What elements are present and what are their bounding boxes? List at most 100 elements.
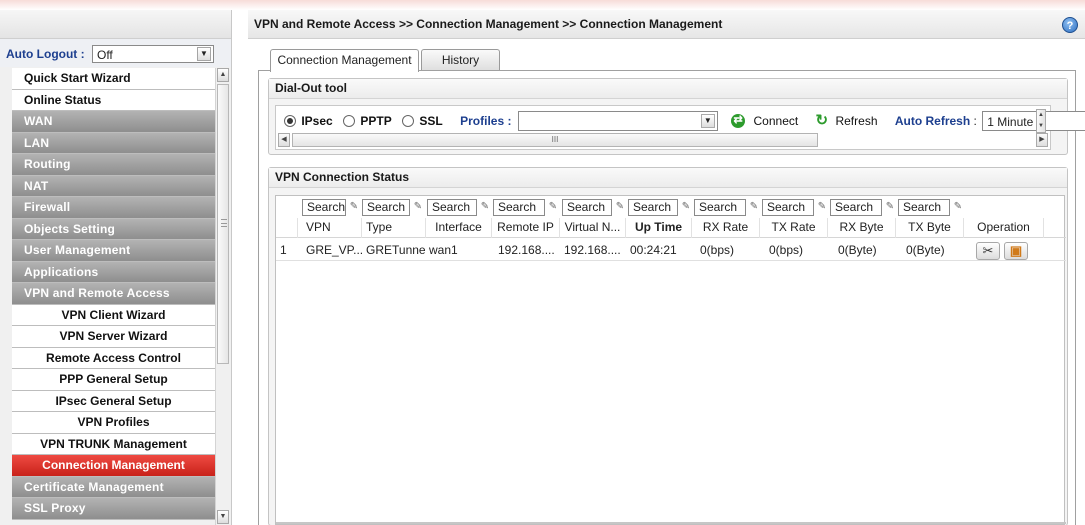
scroll-up-icon[interactable]: ▲ (217, 68, 229, 82)
search-clear-icon[interactable]: ✎ (679, 201, 693, 214)
search-clear-icon[interactable]: ✎ (613, 201, 627, 214)
auto-logout-label: Auto Logout : (6, 47, 85, 61)
sidebar-item-remote-access-control[interactable]: Remote Access Control (12, 347, 215, 369)
refresh-button[interactable]: Refresh (835, 114, 877, 128)
radio-ipsec-label[interactable]: IPsec (301, 114, 332, 128)
grip-icon (221, 219, 227, 227)
sidebar: Auto Logout : Off ▼ Quick Start Wizard O… (0, 10, 232, 525)
search-clear-icon[interactable]: ✎ (546, 201, 560, 214)
cell-virtual-network: 192.168.... (564, 243, 621, 257)
search-input-rx-rate[interactable]: Search (694, 199, 746, 216)
search-clear-icon[interactable]: ✎ (347, 201, 361, 214)
sidebar-item-online-status[interactable]: Online Status (12, 89, 215, 111)
cell-type: GRETunnel (366, 243, 426, 257)
sidebar-item-ppp-general-setup[interactable]: PPP General Setup (12, 369, 215, 391)
search-input-interface[interactable]: Search (427, 199, 477, 216)
sidebar-item-connection-management[interactable]: Connection Management (12, 455, 215, 477)
search-input-rx-byte[interactable]: Search (830, 199, 882, 216)
column-header-vpn[interactable]: VPN (298, 218, 362, 238)
profiles-select[interactable]: ▼ (517, 111, 718, 131)
radio-ipsec[interactable] (284, 115, 296, 127)
sidebar-item-vpn-server-wizard[interactable]: VPN Server Wizard (12, 326, 215, 348)
tab-connection-management[interactable]: Connection Management (270, 49, 419, 72)
auto-logout-value: Off (96, 48, 113, 62)
sidebar-item-firewall[interactable]: Firewall (12, 197, 215, 219)
column-header-rx-rate[interactable]: RX Rate (692, 218, 760, 238)
column-header-tx-rate[interactable]: TX Rate (760, 218, 828, 238)
sidebar-item-objects-setting[interactable]: Objects Setting (12, 218, 215, 240)
auto-refresh-label: Auto Refresh (894, 114, 971, 128)
search-input-tx-byte[interactable]: Search (898, 199, 950, 216)
search-clear-icon[interactable]: ✎ (815, 201, 829, 214)
cell-vpn: GRE_VP... (306, 243, 362, 257)
search-clear-icon[interactable]: ✎ (883, 201, 897, 214)
radio-pptp[interactable] (343, 115, 356, 127)
search-input-up-time[interactable]: Search (628, 199, 678, 216)
sidebar-item-vpn-client-wizard[interactable]: VPN Client Wizard (12, 304, 215, 326)
search-clear-icon[interactable]: ✎ (747, 201, 761, 214)
sidebar-item-lan[interactable]: LAN (12, 132, 215, 154)
grid-border (276, 522, 1066, 524)
sidebar-item-applications[interactable]: Applications (12, 261, 215, 283)
sidebar-item-ssl-proxy[interactable]: SSL Proxy (12, 498, 215, 520)
search-input-remote-ip[interactable]: Search (493, 199, 545, 216)
toolbar-vertical-scrollbar[interactable]: ▲ ▼ (1036, 109, 1046, 133)
horizontal-scroll-thumb[interactable]: III (292, 133, 818, 147)
sidebar-item-nat[interactable]: NAT (12, 175, 215, 197)
scrollbar-thumb[interactable] (217, 84, 229, 364)
scroll-right-icon[interactable]: ▶ (1036, 133, 1048, 147)
radio-pptp-label[interactable]: PPTP (360, 114, 391, 128)
sidebar-scrollbar[interactable]: ▲ ▼ (215, 68, 229, 525)
search-clear-icon[interactable]: ✎ (411, 201, 425, 214)
column-header-remote-ip[interactable]: Remote IP (492, 218, 560, 238)
cell-interface: wan1 (429, 243, 458, 257)
cell-remote-ip: 192.168.... (498, 243, 555, 257)
vpn-connection-status-panel: VPN Connection Status Search ✎ Search ✎ … (268, 167, 1068, 525)
sidebar-item-user-management[interactable]: User Management (12, 240, 215, 262)
column-header-virtual-network[interactable]: Virtual N... (560, 218, 626, 238)
disconnect-icon[interactable]: ✂ (976, 242, 1000, 260)
scroll-left-icon[interactable]: ◀ (278, 133, 290, 147)
auto-logout-select[interactable]: Off ▼ (91, 45, 214, 63)
search-clear-icon[interactable]: ✎ (951, 201, 965, 214)
dial-out-panel: Dial-Out tool IPsec PPTP SSL Profiles : … (268, 78, 1085, 155)
table-row[interactable]: 1 GRE_VP... GRETunnel wan1 192.168.... 1… (276, 241, 1066, 261)
radio-ssl-label[interactable]: SSL (419, 114, 442, 128)
sidebar-item-quick-start-wizard[interactable]: Quick Start Wizard (12, 68, 215, 90)
cell-rx-byte: 0(Byte) (838, 243, 877, 257)
detail-icon[interactable]: ▣ (1004, 242, 1028, 260)
sidebar-item-wan[interactable]: WAN (12, 111, 215, 133)
scroll-down-icon[interactable]: ▼ (217, 510, 229, 524)
sidebar-item-ipsec-general-setup[interactable]: IPsec General Setup (12, 390, 215, 412)
connect-icon[interactable]: ⇄ (731, 114, 746, 128)
tab-history[interactable]: History (421, 49, 500, 71)
sidebar-header (0, 10, 231, 39)
column-header-up-time[interactable]: Up Time (626, 218, 692, 238)
help-icon[interactable]: ? (1062, 17, 1078, 33)
connect-button[interactable]: Connect (754, 114, 799, 128)
sidebar-item-vpn-and-remote-access[interactable]: VPN and Remote Access (12, 283, 215, 305)
sidebar-menu: Quick Start Wizard Online Status WAN LAN… (12, 68, 215, 525)
search-input-virtual-network[interactable]: Search (562, 199, 612, 216)
radio-ssl[interactable] (402, 115, 415, 127)
auto-logout-row: Auto Logout : Off ▼ (0, 39, 231, 67)
search-input-type[interactable]: Search (362, 199, 410, 216)
search-input-vpn[interactable]: Search (302, 199, 346, 216)
sidebar-item-vpn-profiles[interactable]: VPN Profiles (12, 412, 215, 434)
column-header-rx-byte[interactable]: RX Byte (828, 218, 896, 238)
search-row: Search ✎ Search ✎ Search ✎ Search ✎ Sear… (276, 198, 1066, 218)
column-header-tx-byte[interactable]: TX Byte (896, 218, 964, 238)
column-header-type[interactable]: Type (362, 218, 426, 238)
sidebar-item-vpn-trunk-management[interactable]: VPN TRUNK Management (12, 433, 215, 455)
sidebar-item-routing[interactable]: Routing (12, 154, 215, 176)
search-clear-icon[interactable]: ✎ (478, 201, 492, 214)
refresh-icon[interactable]: ↻ (816, 113, 829, 128)
search-input-tx-rate[interactable]: Search (762, 199, 814, 216)
auto-refresh-select[interactable]: 1 Minute (982, 111, 1085, 131)
sidebar-item-certificate-management[interactable]: Certificate Management (12, 476, 215, 498)
main-area: VPN and Remote Access >> Connection Mana… (248, 10, 1085, 525)
breadcrumb-text: VPN and Remote Access >> Connection Mana… (254, 17, 723, 31)
dial-out-toolbar: IPsec PPTP SSL Profiles : ▼ ⇄ Connect ↻ … (275, 105, 1085, 150)
toolbar-horizontal-scrollbar[interactable]: ◀ III ▶ (278, 133, 1048, 147)
column-header-interface[interactable]: Interface (426, 218, 492, 238)
